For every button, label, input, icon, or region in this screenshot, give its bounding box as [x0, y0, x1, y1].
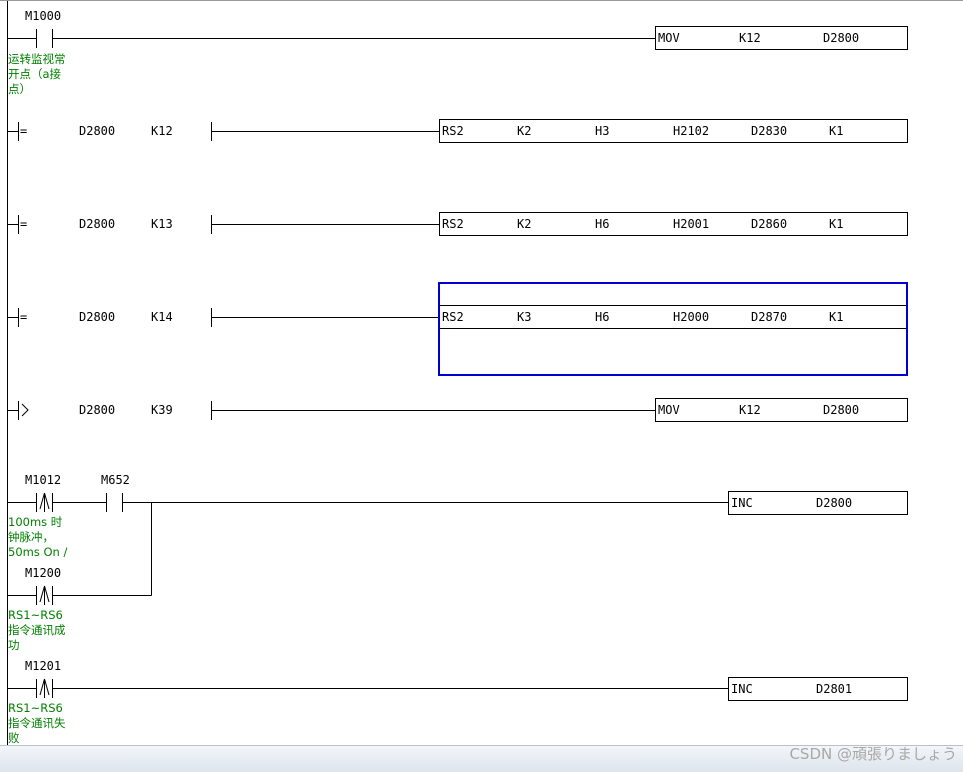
contact-device-label: M1200: [25, 566, 62, 580]
compare-operand-2: K39: [151, 403, 173, 417]
instruction-box-rs2[interactable]: RS2 K2 H3 H2102 D2830 K1: [439, 119, 908, 143]
compare-operand-1: D2800: [79, 310, 116, 324]
device-comment: RS1~RS6 指令通讯成 功: [8, 608, 66, 652]
instruction-operand: D2800: [816, 496, 853, 510]
instruction-operand: K2: [517, 217, 532, 231]
compare-operator: =: [20, 310, 28, 324]
instruction-operand: H6: [595, 217, 610, 231]
instruction-box-rs2[interactable]: RS2 K2 H6 H2001 D2860 K1: [439, 212, 908, 236]
selection-cursor[interactable]: [438, 282, 908, 376]
instruction-operand: H2102: [673, 124, 710, 138]
contact-device-label: M1012: [25, 473, 62, 487]
instruction-operand: D2830: [751, 124, 788, 138]
compare-operand-1: D2800: [79, 124, 116, 138]
instruction-operand: D2801: [816, 682, 853, 696]
instruction-operand: K1: [829, 217, 844, 231]
compare-operand-2: K13: [151, 217, 173, 231]
device-comment: 100ms 时 钟脉冲， 50ms On /: [8, 515, 68, 559]
instruction-box-inc[interactable]: INC D2800: [728, 491, 908, 515]
instruction-operand: H3: [595, 124, 610, 138]
ladder-diagram-area[interactable]: M1000 运转监视常 开点（a接 点） MOV K12 D2800 = D28…: [0, 0, 963, 746]
instruction-operand: K12: [739, 403, 761, 417]
instruction-mnemonic: MOV: [658, 403, 680, 417]
compare-operand-1: D2800: [79, 403, 116, 417]
instruction-mnemonic: RS2: [442, 217, 464, 231]
instruction-mnemonic: RS2: [442, 124, 464, 138]
instruction-box-mov[interactable]: MOV K12 D2800: [655, 26, 908, 50]
instruction-operand: K1: [829, 124, 844, 138]
instruction-operand: D2860: [751, 217, 788, 231]
watermark: CSDN @頑張りましょう: [789, 745, 957, 763]
compare-operator: =: [20, 217, 28, 231]
compare-operator: =: [20, 124, 28, 138]
contact-device-label: M1201: [25, 659, 62, 673]
instruction-operand: K2: [517, 124, 532, 138]
compare-operand-1: D2800: [79, 217, 116, 231]
compare-operand-2: K14: [151, 310, 173, 324]
contact-device-label: M1000: [25, 9, 62, 23]
instruction-mnemonic: INC: [731, 682, 753, 696]
device-comment: 运转监视常 开点（a接 点）: [8, 52, 66, 96]
instruction-operand: K12: [739, 31, 761, 45]
instruction-operand: D2800: [823, 403, 860, 417]
instruction-box-inc[interactable]: INC D2801: [728, 677, 908, 701]
instruction-operand: H2001: [673, 217, 710, 231]
compare-operand-2: K12: [151, 124, 173, 138]
instruction-mnemonic: INC: [731, 496, 753, 510]
instruction-operand: D2800: [823, 31, 860, 45]
contact-device-label: M652: [101, 473, 130, 487]
device-comment: RS1~RS6 指令通讯失 败: [8, 701, 66, 745]
instruction-box-mov[interactable]: MOV K12 D2800: [655, 398, 908, 422]
instruction-mnemonic: MOV: [658, 31, 680, 45]
